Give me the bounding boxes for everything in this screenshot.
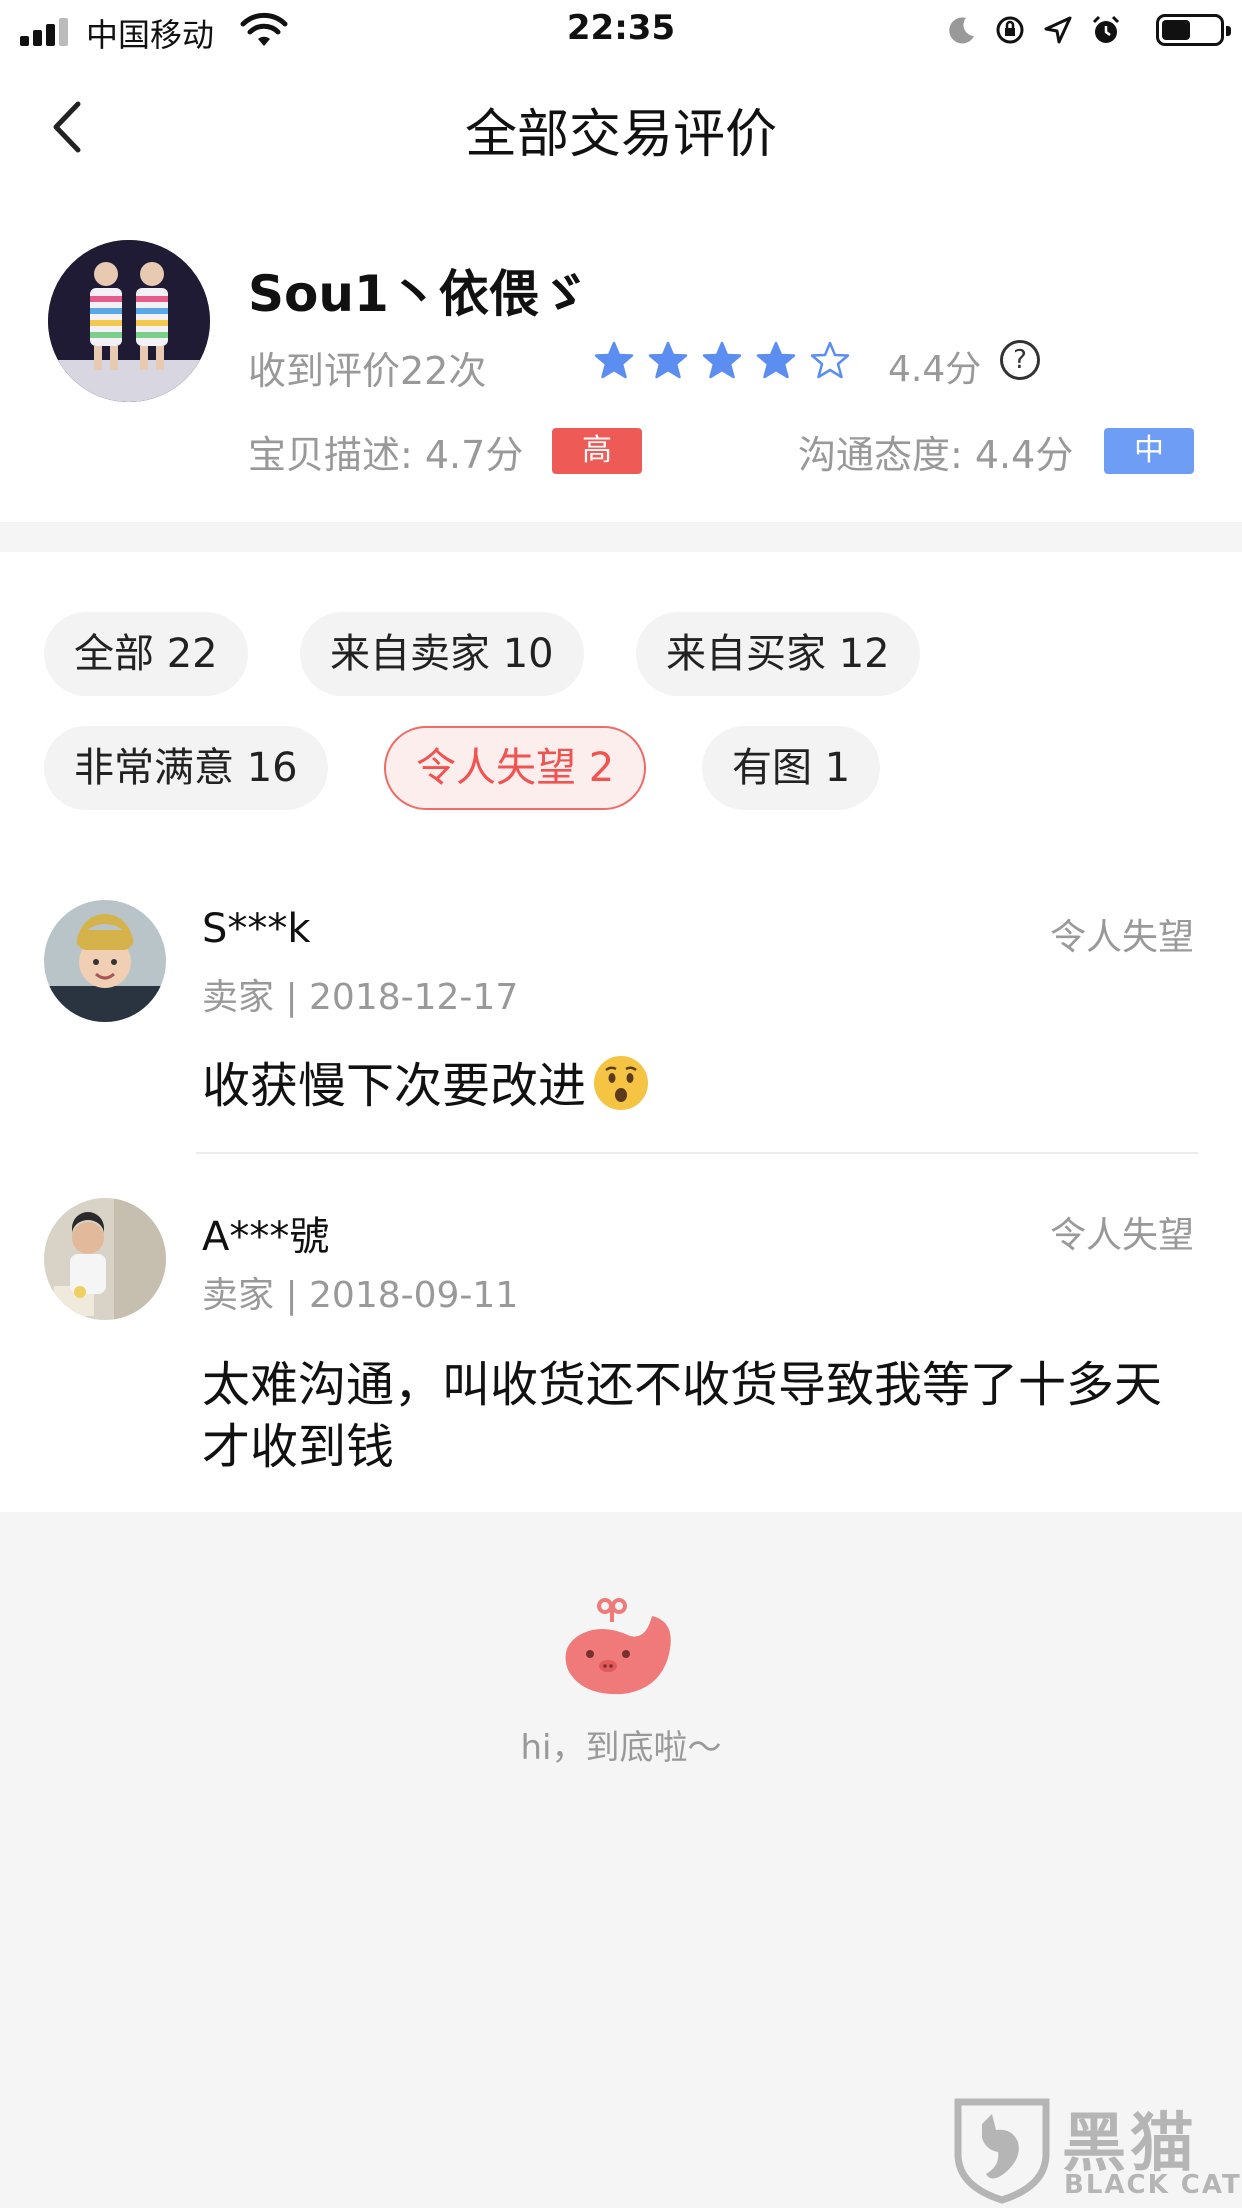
- review-list: S***k 令人失望 卖家 | 2018-12-17 收获慢下次要改进 A***…: [0, 854, 1242, 1512]
- filter-chip-all[interactable]: 全部 22: [44, 612, 248, 696]
- seller-profile: Sou1丶依偎ゞ 收到评价22次 4.4分 ? 宝贝描述: 4.7分 高 沟通态…: [0, 192, 1242, 522]
- reviewer-avatar[interactable]: [44, 1198, 166, 1320]
- filter-chip-disappointing[interactable]: 令人失望 2: [384, 726, 647, 810]
- watermark-en: BLACK CAT: [1064, 2170, 1242, 2200]
- location-icon: [1044, 16, 1072, 44]
- star-rating: [594, 340, 850, 380]
- status-bar: 中国移动 22:35: [0, 0, 1242, 62]
- filter-chip-with-photo[interactable]: 有图 1: [702, 726, 881, 810]
- watermark: 黑猫 BLACK CAT: [952, 2088, 1242, 2208]
- star-empty-icon: [810, 341, 850, 379]
- battery-icon: [1156, 14, 1231, 46]
- review-divider: [196, 1152, 1198, 1154]
- page-title: 全部交易评价: [464, 105, 777, 165]
- moon-icon: [949, 17, 974, 44]
- help-icon[interactable]: ?: [1000, 340, 1040, 380]
- mascot-icon: [565, 1598, 671, 1695]
- filter-chip-very-satisfied[interactable]: 非常满意 16: [44, 726, 328, 810]
- star-filled-icon: [594, 341, 634, 379]
- review-text: 太难沟通，叫收货还不收货导致我等了十多天才收到钱: [202, 1357, 1163, 1475]
- description-level-badge: 高: [552, 428, 642, 474]
- reviewer-avatar[interactable]: [44, 900, 166, 1022]
- seller-avatar[interactable]: [48, 240, 210, 402]
- star-filled-icon: [702, 341, 742, 379]
- review-tag: 令人失望: [1049, 1215, 1194, 1256]
- review-tag: 令人失望: [1049, 917, 1194, 958]
- black-cat-logo-icon: [954, 2098, 1050, 2204]
- filter-chip-from-seller[interactable]: 来自卖家 10: [300, 612, 584, 696]
- review-meta: 卖家 | 2018-09-11: [202, 1275, 519, 1316]
- seller-name: Sou1丶依偎ゞ: [248, 265, 589, 323]
- overall-score: 4.4分: [888, 349, 982, 390]
- hushed-face-icon: [594, 1056, 649, 1110]
- end-of-list-text: hi，到底啦～: [520, 1728, 722, 1768]
- review-text-content: 收获慢下次要改进: [202, 1058, 587, 1114]
- alarm-icon: [1092, 15, 1120, 43]
- communication-score: 沟通态度: 4.4分: [798, 433, 1074, 477]
- review-meta: 卖家 | 2018-12-17: [202, 977, 519, 1018]
- communication-level-badge: 中: [1104, 428, 1194, 474]
- reviewer-name: A***號: [202, 1214, 330, 1260]
- review-text: 收获慢下次要改进: [202, 1054, 1202, 1117]
- filter-chip-from-buyer[interactable]: 来自买家 12: [636, 612, 920, 696]
- reviewer-name: S***k: [202, 906, 311, 952]
- rotation-lock-icon: [996, 16, 1024, 44]
- filter-chips: 全部 22 来自卖家 10 来自买家 12 非常满意 16 令人失望 2 有图 …: [0, 552, 1242, 854]
- nav-bar: 全部交易评价: [0, 62, 1242, 192]
- star-filled-icon: [756, 341, 796, 379]
- description-score: 宝贝描述: 4.7分: [248, 433, 524, 477]
- rating-count: 收到评价22次: [248, 349, 487, 393]
- star-filled-icon: [648, 341, 688, 379]
